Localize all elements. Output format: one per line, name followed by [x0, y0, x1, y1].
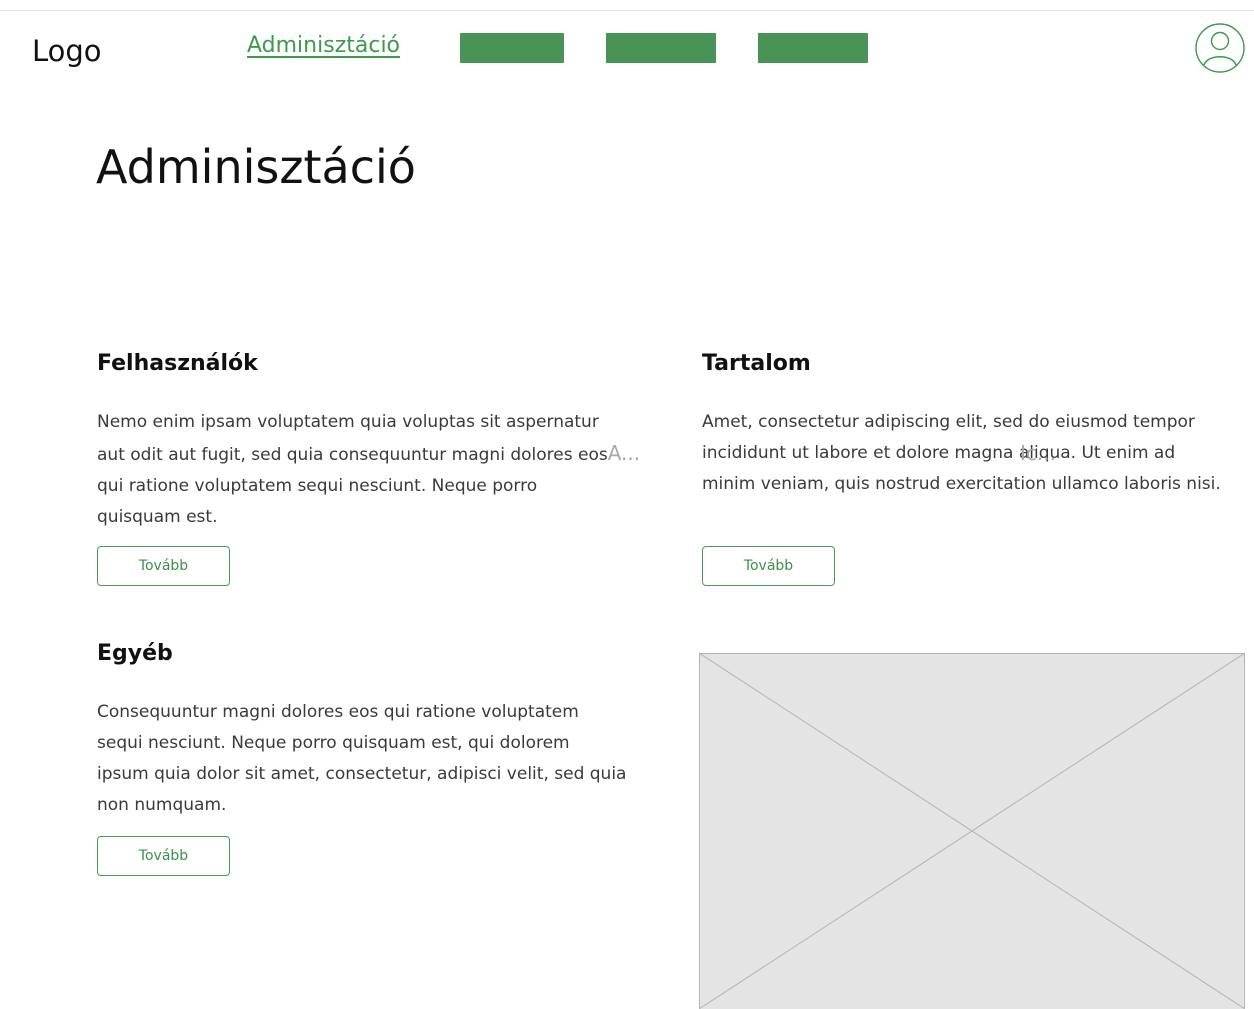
card-text-line: quisquam est.	[97, 507, 218, 527]
overflow-ellipsis: Ic...	[1020, 441, 1056, 465]
tovabb-button-tartalom[interactable]: Tovább	[702, 546, 835, 586]
card-tartalom: Tartalom Amet, consectetur adipiscing el…	[702, 349, 1254, 500]
overflow-ellipsis: A...	[607, 441, 641, 465]
card-egyeb: Egyéb Consequuntur magni dolores eos qui…	[97, 639, 677, 821]
card-text-line: non numquam.	[97, 795, 227, 815]
card-description: Nemo enim ipsam voluptatem quia voluptas…	[97, 407, 677, 533]
card-text-line: minim veniam, quis nostrud exercitation …	[702, 474, 1221, 494]
card-felhasznalok: Felhasználók Nemo enim ipsam voluptatem …	[97, 349, 677, 533]
nav-item-placeholder-3[interactable]	[758, 33, 868, 63]
card-text-line: Nemo enim ipsam voluptatem quia voluptas…	[97, 412, 599, 432]
card-description: Consequuntur magni dolores eos qui ratio…	[97, 697, 677, 821]
card-text-line: aut odit aut fugit, sed quia consequuntu…	[97, 441, 641, 465]
card-text-line: qui ratione voluptatem sequi nesciunt. N…	[97, 476, 538, 496]
image-placeholder	[698, 652, 1246, 1009]
card-text-line: sequi nesciunt. Neque porro quisquam est…	[97, 733, 570, 753]
top-divider	[0, 10, 1254, 11]
card-title: Egyéb	[97, 641, 173, 666]
nav-link-adminisztacio[interactable]: Adminisztáció	[247, 33, 400, 58]
page: Logo Adminisztáció Adminisztáció Felhasz…	[0, 0, 1254, 1009]
nav-item-placeholder-1[interactable]	[460, 33, 564, 63]
user-avatar-icon[interactable]	[1195, 23, 1245, 73]
card-text-line: incididunt ut labore et dolore magna ali…	[702, 438, 1254, 469]
card-text-line: Consequuntur magni dolores eos qui ratio…	[97, 702, 579, 722]
nav-item-placeholder-2[interactable]	[606, 33, 716, 63]
card-text-line: ipsum quia dolor sit amet, consectetur, …	[97, 764, 627, 784]
tovabb-button-egyeb[interactable]: Tovább	[97, 836, 230, 876]
logo[interactable]: Logo	[32, 34, 102, 68]
card-title: Tartalom	[702, 351, 811, 376]
card-title: Felhasználók	[97, 351, 258, 376]
card-text-line: Amet, consectetur adipiscing elit, sed d…	[702, 412, 1195, 432]
page-title: Adminisztáció	[96, 140, 416, 194]
card-description: Amet, consectetur adipiscing elit, sed d…	[702, 407, 1254, 500]
tovabb-button-felhasznalok[interactable]: Tovább	[97, 546, 230, 586]
